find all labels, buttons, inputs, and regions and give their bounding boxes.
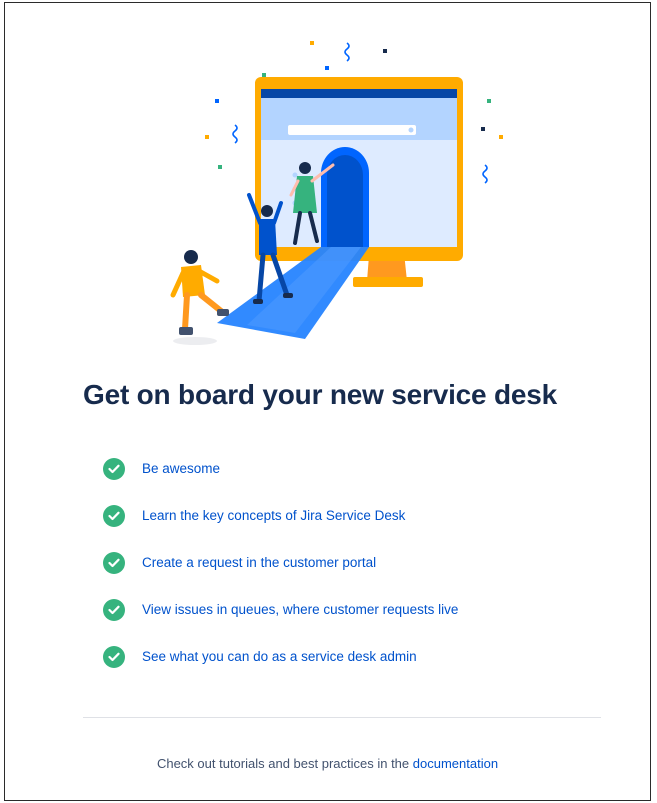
check-circle-icon <box>103 504 125 527</box>
check-circle-icon <box>103 457 125 480</box>
onboarding-illustration <box>170 41 503 345</box>
checklist-item: Create a request in the customer portal <box>103 539 458 586</box>
check-circle-icon <box>103 645 125 668</box>
footer-divider <box>83 717 601 718</box>
checklist-link-create-request[interactable]: Create a request in the customer portal <box>142 555 376 570</box>
footer-text: Check out tutorials and best practices i… <box>156 756 413 771</box>
check-circle-icon <box>103 598 125 621</box>
documentation-link[interactable]: documentation <box>413 756 498 771</box>
page-title: Get on board your new service desk <box>83 379 558 410</box>
onboarding-checklist: Be awesome Learn the key concepts of Jir… <box>103 445 458 680</box>
checklist-item: See what you can do as a service desk ad… <box>103 633 458 680</box>
onboarding-panel: Get on board your new service desk Be aw… <box>4 2 651 801</box>
footer: Check out tutorials and best practices i… <box>5 756 650 771</box>
monitor <box>255 77 463 261</box>
person-yellow <box>170 250 229 345</box>
checklist-link-admin[interactable]: See what you can do as a service desk ad… <box>142 649 417 664</box>
checklist-link-be-awesome[interactable]: Be awesome <box>142 461 220 476</box>
check-circle-icon <box>103 551 125 574</box>
checklist-link-key-concepts[interactable]: Learn the key concepts of Jira Service D… <box>142 508 405 523</box>
checklist-link-view-queues[interactable]: View issues in queues, where customer re… <box>142 602 458 617</box>
checklist-item: Be awesome <box>103 445 458 492</box>
checklist-item: View issues in queues, where customer re… <box>103 586 458 633</box>
checklist-item: Learn the key concepts of Jira Service D… <box>103 492 458 539</box>
